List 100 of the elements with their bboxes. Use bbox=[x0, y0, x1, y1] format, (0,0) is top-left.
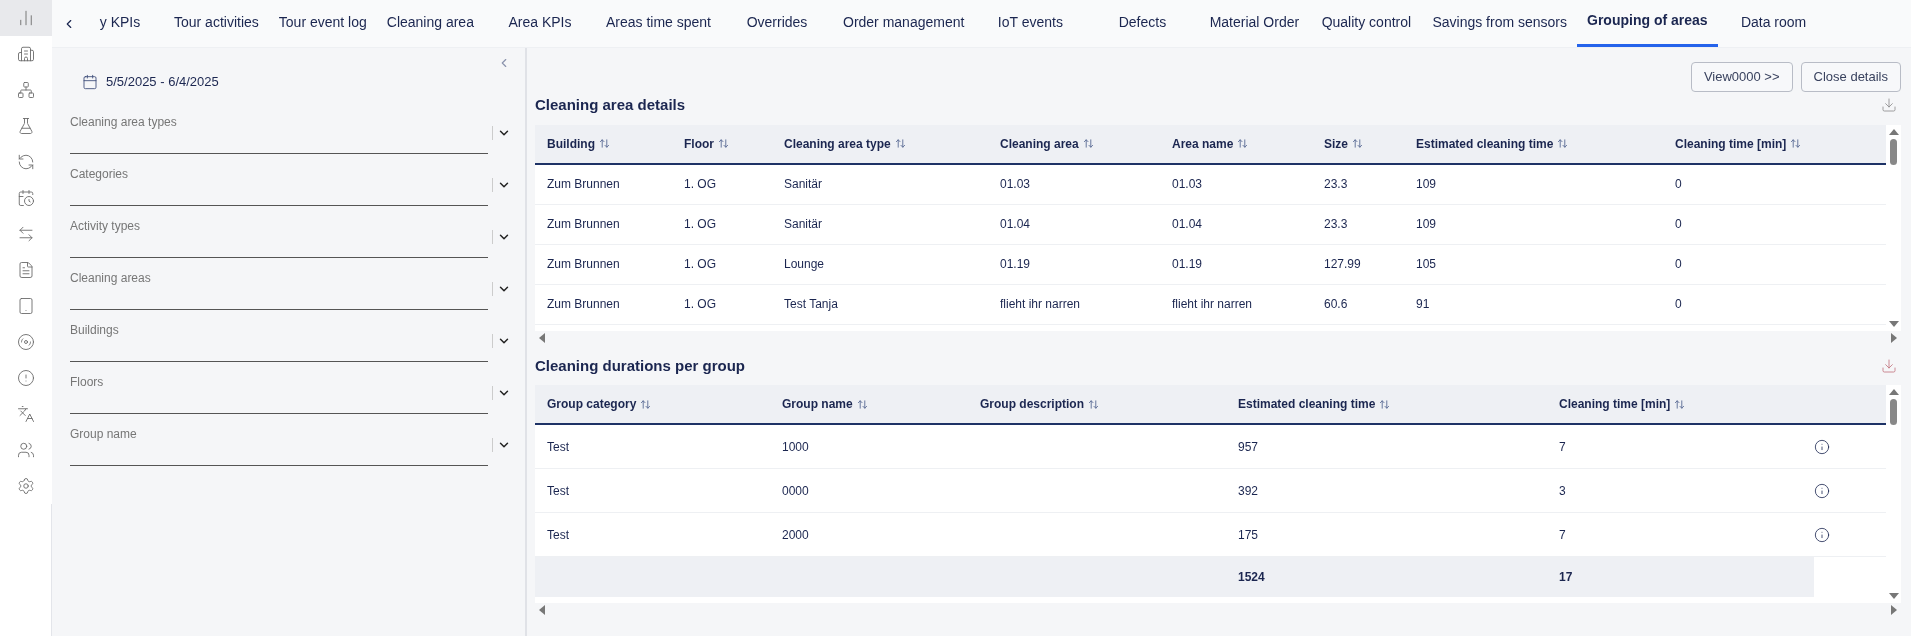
sort-icon[interactable] bbox=[1237, 138, 1249, 149]
table-cell-text: 392 bbox=[1238, 482, 1260, 500]
sort-icon[interactable] bbox=[856, 398, 868, 410]
table-cell-text: 1000 bbox=[782, 438, 810, 456]
vertical-scrollbar[interactable] bbox=[1886, 385, 1901, 603]
sort-icon[interactable] bbox=[894, 138, 906, 149]
users-icon bbox=[16, 441, 35, 459]
sort-icon[interactable] bbox=[1352, 138, 1363, 149]
table-cell-text: Zum Brunnen bbox=[547, 256, 621, 273]
table-cell-text: 109 bbox=[1416, 216, 1438, 233]
column-header[interactable]: Group description bbox=[980, 395, 1084, 413]
sort-icon[interactable] bbox=[599, 138, 610, 149]
column-header[interactable]: Cleaning time [min] bbox=[1675, 134, 1787, 153]
table-cell-text: 1. OG bbox=[684, 296, 717, 313]
filter-dropdown[interactable]: Floors bbox=[70, 368, 488, 414]
table-cell-text: Sanitär bbox=[784, 216, 824, 233]
table-cell-text: 7 bbox=[1559, 438, 1567, 456]
tab[interactable]: Savings from sensors bbox=[1422, 0, 1577, 47]
column-header[interactable]: Cleaning area bbox=[1000, 134, 1079, 153]
table-cell-text: 01.04 bbox=[1000, 216, 1032, 233]
table-cell-text: 0000 bbox=[782, 482, 810, 500]
table-cell-text: Lounge bbox=[784, 256, 826, 273]
table-cell-text: Zum Brunnen bbox=[547, 176, 621, 193]
column-header[interactable]: Cleaning area type bbox=[784, 134, 891, 153]
column-header[interactable]: Estimated cleaning time bbox=[1416, 134, 1554, 153]
date-range[interactable]: 5/5/2025 - 6/4/2025 bbox=[106, 72, 219, 92]
column-header[interactable]: Cleaning time [min] bbox=[1559, 395, 1671, 413]
table-cell-text: 1. OG bbox=[684, 216, 717, 233]
table-cell-text: 175 bbox=[1238, 526, 1260, 544]
table-cell-text: Zum Brunnen bbox=[547, 296, 621, 313]
tab[interactable]: Areas time spent bbox=[595, 0, 721, 47]
table-cell-text: 01.03 bbox=[1000, 176, 1032, 193]
download-icon[interactable] bbox=[1881, 357, 1897, 374]
sort-icon[interactable] bbox=[1088, 398, 1099, 410]
building-icon bbox=[16, 45, 35, 63]
filter-dropdown[interactable]: Buildings bbox=[70, 316, 488, 362]
sort-icon[interactable] bbox=[1557, 138, 1569, 149]
vertical-scrollbar[interactable] bbox=[1886, 124, 1901, 331]
table-cell-text: 23.3 bbox=[1324, 176, 1349, 193]
info-icon[interactable] bbox=[1814, 526, 1830, 543]
column-header[interactable]: Area name bbox=[1172, 134, 1234, 153]
table-cell-text: Test bbox=[547, 526, 570, 544]
table-cell-text: Test bbox=[547, 438, 570, 456]
sort-icon[interactable] bbox=[1674, 398, 1686, 410]
filter-dropdown[interactable]: Cleaning areas bbox=[70, 264, 488, 310]
column-header[interactable]: Building bbox=[547, 134, 595, 153]
table-cell-text: Zum Brunnen bbox=[547, 216, 621, 233]
tab[interactable]: Area KPIs bbox=[483, 0, 596, 47]
column-header[interactable]: Group name bbox=[782, 395, 853, 413]
table-cell-text: 01.03 bbox=[1172, 176, 1204, 193]
tab[interactable]: IoT events bbox=[974, 0, 1087, 47]
settings-icon bbox=[16, 477, 35, 495]
action-button[interactable]: View0000 >> bbox=[1690, 62, 1793, 92]
section-title: Cleaning area details bbox=[535, 95, 686, 115]
filter-dropdown[interactable]: Activity types bbox=[70, 212, 488, 258]
action-button[interactable]: Close details bbox=[1800, 62, 1901, 92]
sort-icon[interactable] bbox=[640, 398, 652, 410]
column-header[interactable]: Group category bbox=[547, 395, 637, 413]
tab[interactable]: Tour activities bbox=[164, 0, 269, 47]
translate-icon bbox=[16, 405, 35, 423]
filter-dropdown[interactable]: Group name bbox=[70, 420, 488, 466]
calendar-icon[interactable] bbox=[82, 73, 98, 90]
table-cell-text: 1. OG bbox=[684, 176, 717, 193]
calendar-clock-icon bbox=[16, 189, 35, 207]
document-icon bbox=[16, 261, 35, 279]
tab[interactable]: y KPIs bbox=[76, 0, 164, 47]
tab[interactable]: Material Order bbox=[1198, 0, 1311, 47]
tab[interactable]: Tour event log bbox=[268, 0, 377, 47]
tab[interactable]: Defects bbox=[1086, 0, 1199, 47]
filter-dropdown[interactable]: Categories bbox=[70, 160, 488, 206]
tab[interactable]: Quality control bbox=[1310, 0, 1423, 47]
table-cell-text: 01.19 bbox=[1172, 256, 1204, 273]
tab[interactable]: Order management bbox=[833, 0, 975, 47]
tab[interactable]: Overrides bbox=[721, 0, 833, 47]
table-cell-text: 91 bbox=[1416, 296, 1431, 313]
sidebar-item[interactable] bbox=[0, 0, 52, 36]
table-cell-text: 127.99 bbox=[1324, 256, 1362, 273]
download-icon[interactable] bbox=[1881, 97, 1897, 114]
table-cell-text: 0 bbox=[1675, 216, 1683, 233]
column-header[interactable]: Estimated cleaning time bbox=[1238, 395, 1376, 413]
info-icon[interactable] bbox=[1814, 438, 1830, 455]
hierarchy-icon bbox=[16, 81, 35, 99]
table-cell-text: 957 bbox=[1238, 438, 1260, 456]
tab[interactable]: Cleaning area bbox=[376, 0, 484, 47]
sort-icon[interactable] bbox=[1790, 138, 1802, 149]
tab[interactable]: Grouping of areas bbox=[1577, 0, 1718, 47]
filter-dropdown[interactable]: Cleaning area types bbox=[70, 108, 488, 154]
table-cell-text: 0 bbox=[1675, 296, 1683, 313]
table-cell-text: flieht ihr narren bbox=[1000, 296, 1082, 313]
table-cell-text: 1. OG bbox=[684, 256, 717, 273]
column-header[interactable]: Size bbox=[1324, 134, 1348, 153]
sort-icon[interactable] bbox=[1082, 138, 1094, 149]
column-header[interactable]: Floor bbox=[684, 134, 714, 153]
table-cell-text: 0 bbox=[1675, 256, 1683, 273]
cycle-icon bbox=[16, 153, 35, 171]
sort-icon[interactable] bbox=[1379, 398, 1391, 410]
sort-icon[interactable] bbox=[718, 138, 729, 149]
tab[interactable]: Data room bbox=[1717, 0, 1830, 47]
info-icon[interactable] bbox=[1814, 482, 1830, 499]
table-cell-text: 60.6 bbox=[1324, 296, 1349, 313]
